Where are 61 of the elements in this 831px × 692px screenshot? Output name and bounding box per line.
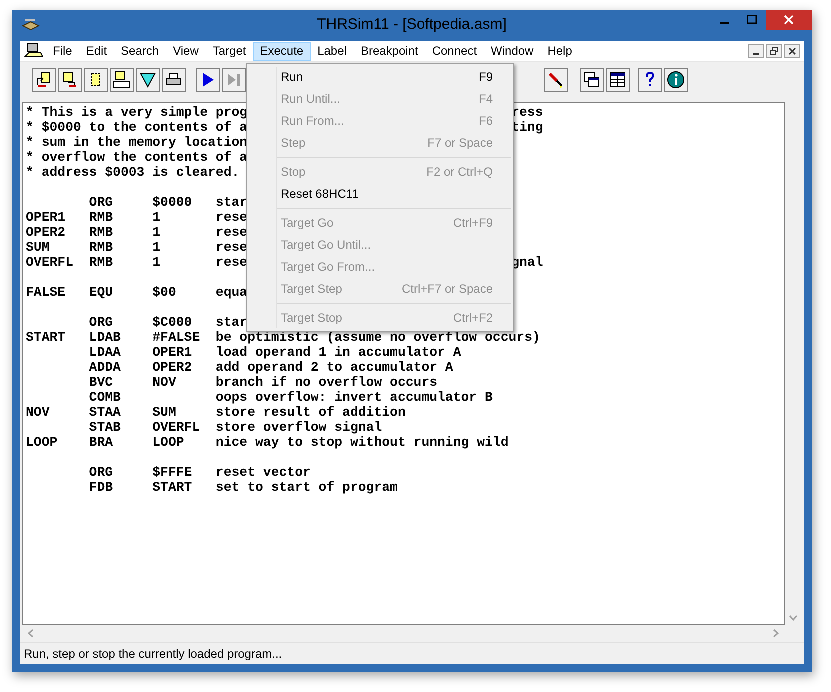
code-line: ADDA OPER2 add operand 2 to accumulator A <box>88 360 454 375</box>
funnel-icon[interactable] <box>136 68 160 92</box>
code-line: ORG $FFFE reset vector <box>88 465 311 480</box>
chevron-right-icon <box>773 629 779 638</box>
menu-bar-item[interactable]: View <box>166 42 206 60</box>
status-text: Run, step or stop the currently loaded program... <box>24 646 282 662</box>
code-line: START LDAB #FALSE be optimistic (assume no overflow occurs) <box>26 330 540 345</box>
menu-bar-item[interactable]: Target <box>206 42 254 60</box>
menu-bar-item[interactable]: Connect <box>425 42 484 60</box>
minimize-icon <box>720 22 728 24</box>
child-restore-button[interactable] <box>766 44 782 58</box>
child-minimize-button[interactable] <box>748 44 764 58</box>
code-line: LOOP BRA LOOP nice way to stop without running wild <box>26 435 509 450</box>
maximize-icon <box>747 15 757 25</box>
menu-bar-item[interactable]: Label <box>310 42 354 60</box>
minimize-icon <box>753 53 759 55</box>
code-line: BVC NOV branch if no overflow occurs <box>88 375 438 390</box>
code-line: ORG $C000 star <box>88 315 248 330</box>
menu-bar-item[interactable]: Search <box>114 42 166 60</box>
code-line: * sum in the memory location <box>26 135 248 150</box>
code-line: SUM RMB 1 rese <box>26 240 248 255</box>
chevron-down-icon <box>789 615 798 621</box>
code-line: ting <box>512 120 544 135</box>
menu-bar-item[interactable]: Window <box>484 42 541 60</box>
code-line: ORG $0000 star <box>88 195 248 210</box>
binary-file-icon[interactable] <box>110 68 134 92</box>
code-line: OPER1 RMB 1 rese <box>26 210 248 225</box>
close-button[interactable] <box>766 10 812 30</box>
step-icon[interactable] <box>222 68 246 92</box>
menu-item[interactable]: Reset 68HC11 <box>247 183 513 205</box>
code-line: NOV STAA SUM store result of addition <box>26 405 406 420</box>
child-close-button[interactable] <box>784 44 800 58</box>
menu-bar-item[interactable]: Execute <box>253 42 311 60</box>
menu-item[interactable]: Run F9 <box>247 66 513 88</box>
code-line: LDAA OPER1 load operand 1 in accumulator A <box>88 345 462 360</box>
flashlight-icon[interactable] <box>544 68 568 92</box>
print-icon[interactable] <box>162 68 186 92</box>
menu-bar-item[interactable]: Help <box>540 42 580 60</box>
menu-bar-item[interactable]: File <box>46 42 80 60</box>
menu-bar-item[interactable]: Edit <box>79 42 114 60</box>
restore-icon <box>770 47 778 55</box>
help-icon[interactable] <box>638 68 662 92</box>
chevron-left-icon <box>28 629 34 638</box>
menu-bar-item[interactable]: Breakpoint <box>354 42 426 60</box>
code-line: FALSE EQU $00 equa <box>26 285 248 300</box>
info-icon[interactable] <box>664 68 688 92</box>
code-line: * address $0003 is cleared. <box>26 165 240 180</box>
table-window-icon[interactable] <box>606 68 630 92</box>
close-icon <box>788 48 796 54</box>
code-line: OVERFL RMB 1 rese <box>26 255 248 270</box>
new-file-icon[interactable] <box>84 68 108 92</box>
window-title: THRSim11 - [Softpedia.asm] <box>317 15 507 36</box>
computer-icon <box>24 43 44 59</box>
code-line: COMB oops overflow: invert accumulator B <box>88 390 493 405</box>
play-icon[interactable] <box>196 68 220 92</box>
open-file-icon[interactable] <box>32 68 56 92</box>
close-icon <box>784 15 794 25</box>
code-line: STAB OVERFL store overflow signal <box>88 420 382 435</box>
code-line: OPER2 RMB 1 rese <box>26 225 248 240</box>
code-line: FDB START set to start of program <box>88 480 398 495</box>
windows-icon[interactable] <box>580 68 604 92</box>
